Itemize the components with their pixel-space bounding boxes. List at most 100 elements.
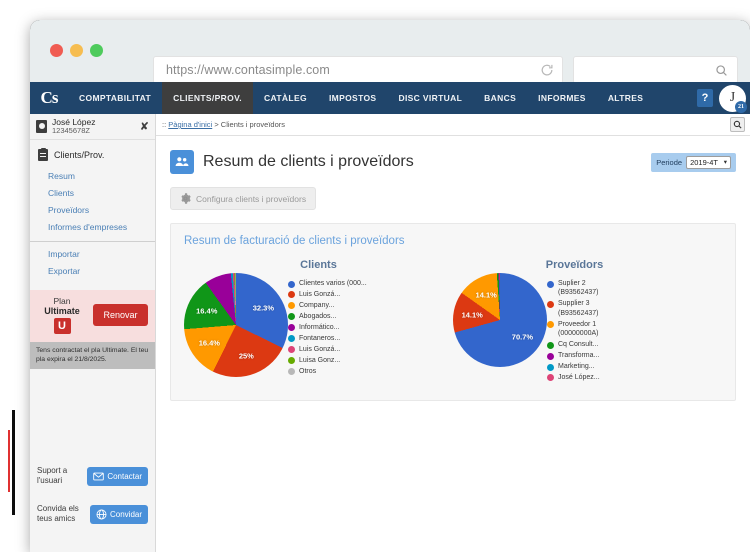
billing-summary-panel: Resum de facturació de clients i proveïd…	[170, 223, 736, 401]
sidebar-user-row[interactable]: José López 12345678Z ✘	[30, 114, 155, 140]
legend-color-swatch	[288, 313, 295, 321]
providers-chart-column: Proveïdors 70.7% 14.1% 14.1% Suplier 2 (B9…	[453, 259, 722, 384]
page-viewport: Cs COMPTABILITAT CLIENTS/PROV. CATÀLEG I…	[30, 82, 750, 552]
legend-color-swatch	[547, 341, 554, 349]
clients-chart-title: Clients	[300, 259, 337, 271]
legend-label: Otros	[299, 367, 317, 375]
sidebar-item-exportar[interactable]: Exportar	[30, 263, 155, 280]
search-icon	[733, 120, 742, 129]
legend-item[interactable]: Otros	[288, 367, 367, 376]
breadcrumb-separator: >	[212, 120, 221, 129]
period-dropdown[interactable]: 2019-4T	[686, 155, 731, 169]
support-label: Suport a l'usuari	[37, 466, 68, 485]
minimize-window-button[interactable]	[70, 44, 83, 57]
page-search-button[interactable]	[730, 117, 745, 132]
legend-color-swatch	[288, 368, 295, 375]
nav-item-clients-prov[interactable]: CLIENTS/PROV.	[162, 82, 254, 114]
legend-item[interactable]: Company...	[288, 301, 367, 310]
close-window-button[interactable]	[50, 44, 63, 57]
pie-slice-label: 32.3%	[252, 303, 275, 313]
providers-legend: Suplier 2 (B93562437) Supplier 3 (B935624…	[547, 273, 600, 384]
sidebar-item-resum[interactable]: Resum	[30, 167, 155, 184]
maximize-window-button[interactable]	[90, 44, 103, 57]
nav-item-cataleg[interactable]: CATÀLEG	[253, 82, 318, 114]
gear-icon	[181, 193, 191, 204]
sidebar-support-block: Suport a l'usuari Contactar Convida els …	[30, 462, 155, 552]
legend-item[interactable]: Suplier 2 (B93562437)	[547, 279, 600, 298]
providers-chart-body: 70.7% 14.1% 14.1% Suplier 2 (B93562437) Sup…	[453, 273, 722, 384]
page-title: Resum de clients i proveïdors	[203, 153, 414, 170]
legend-item[interactable]: Transforma...	[547, 351, 600, 360]
legend-label: Suplier 2 (B93562437)	[558, 280, 599, 297]
reload-icon[interactable]	[540, 63, 554, 77]
invite-row: Convida els teus amics Convidar	[37, 504, 148, 524]
user-icon	[36, 120, 47, 133]
pie-slice-label: 14.1%	[461, 310, 483, 320]
legend-item[interactable]: Supplier 3 (B93562437)	[547, 299, 600, 318]
contact-button[interactable]: Contactar	[87, 466, 148, 486]
avatar-initial: J	[729, 90, 736, 105]
nav-item-informes[interactable]: INFORMES	[527, 82, 597, 114]
nav-item-bancs[interactable]: BANCS	[473, 82, 527, 114]
plan-expiry-note: Tens contractat el pla Ultimate. El teu …	[30, 341, 155, 370]
legend-label: Abogados...	[299, 312, 337, 320]
legend-color-swatch	[288, 291, 295, 299]
invite-button-label: Convidar	[109, 509, 142, 519]
legend-item[interactable]: Marketing...	[547, 362, 600, 371]
invite-button[interactable]: Convidar	[89, 504, 148, 524]
legend-item[interactable]: Informático...	[288, 323, 367, 332]
sidebar-item-informes-empreses[interactable]: Informes d'empreses	[30, 218, 155, 235]
legend-item[interactable]: Luis Gonzá...	[288, 290, 367, 299]
legend-item[interactable]: Proveedor 1 (00000000A)	[547, 320, 600, 339]
clients-pie-chart[interactable]	[184, 273, 288, 377]
period-selector[interactable]: Periode 2019-4T	[651, 152, 736, 172]
configure-clients-providers-button[interactable]: Configura clients i proveïdors	[170, 187, 317, 210]
legend-label: Proveedor 1 (00000000A)	[558, 320, 599, 338]
sidebar-item-clients[interactable]: Clients	[30, 184, 155, 201]
nav-item-comptabilitat[interactable]: COMPTABILITAT	[68, 82, 162, 114]
help-icon[interactable]: ?	[697, 89, 713, 107]
breadcrumb-home-link[interactable]: Pàgina d'inici	[168, 120, 212, 129]
breadcrumb: :: Pàgina d'inici > Clients i proveïdors	[162, 120, 285, 129]
address-bar[interactable]: https://www.contasimple.com	[153, 56, 563, 84]
plan-box: Plan Ultimate U Renovar	[30, 289, 155, 342]
legend-item[interactable]: Clientes varios (000...	[288, 279, 367, 288]
legend-item[interactable]: Luisa Gonz...	[288, 356, 367, 365]
nav-item-impostos[interactable]: IMPOSTOS	[318, 82, 388, 114]
browser-search-bar[interactable]	[573, 56, 738, 84]
legend-label: Clientes varios (000...	[299, 280, 367, 287]
nav-item-disc-virtual[interactable]: DISC VIRTUAL	[387, 82, 473, 114]
legend-label: Marketing...	[558, 363, 595, 370]
legend-label: Informático...	[299, 323, 340, 331]
pie-slice-label: 14.1%	[475, 290, 497, 300]
main-menu: COMPTABILITAT CLIENTS/PROV. CATÀLEG IMPO…	[68, 82, 654, 114]
clients-pie-wrap: 32.3% 25% 16.4% 16.4%	[184, 273, 288, 377]
legend-color-swatch	[547, 321, 554, 329]
sidebar-section-title: Clients/Prov.	[54, 150, 105, 160]
legend-item[interactable]: Abogados...	[288, 312, 367, 321]
sidebar-item-proveidors[interactable]: Proveïdors	[30, 201, 155, 218]
window-controls	[50, 44, 103, 57]
avatar[interactable]: J 21	[719, 84, 747, 113]
sidebar-item-importar[interactable]: Importar	[30, 241, 155, 263]
logo-contasimple[interactable]: Cs	[30, 82, 68, 114]
clipboard-icon	[38, 147, 48, 161]
globe-icon	[96, 509, 107, 519]
clients-chart-body: 32.3% 25% 16.4% 16.4% Clientes varios (000.…	[184, 273, 453, 377]
legend-item[interactable]: Fontaneros...	[288, 334, 367, 343]
invite-label: Convida els teus amics	[37, 504, 79, 523]
breadcrumb-bar: :: Pàgina d'inici > Clients i proveïdors	[156, 114, 750, 136]
avatar-badge: 21	[735, 100, 747, 113]
nav-item-altres[interactable]: ALTRES	[597, 82, 654, 114]
renew-button[interactable]: Renovar	[93, 303, 148, 326]
shuffle-icon[interactable]: ✘	[140, 120, 149, 133]
providers-pie-chart[interactable]	[453, 273, 547, 367]
legend-item[interactable]: Luis Gonzá...	[288, 345, 367, 354]
legend-color-swatch	[547, 280, 554, 288]
legend-label: José López...	[558, 373, 600, 381]
legend-item[interactable]: José López...	[547, 373, 600, 382]
legend-item[interactable]: Cq Consult...	[547, 340, 600, 349]
sidebar: José López 12345678Z ✘ Clients/Prov. Res…	[30, 114, 156, 552]
browser-chrome: https://www.contasimple.com	[30, 20, 750, 84]
url-text[interactable]: https://www.contasimple.com	[166, 63, 540, 77]
